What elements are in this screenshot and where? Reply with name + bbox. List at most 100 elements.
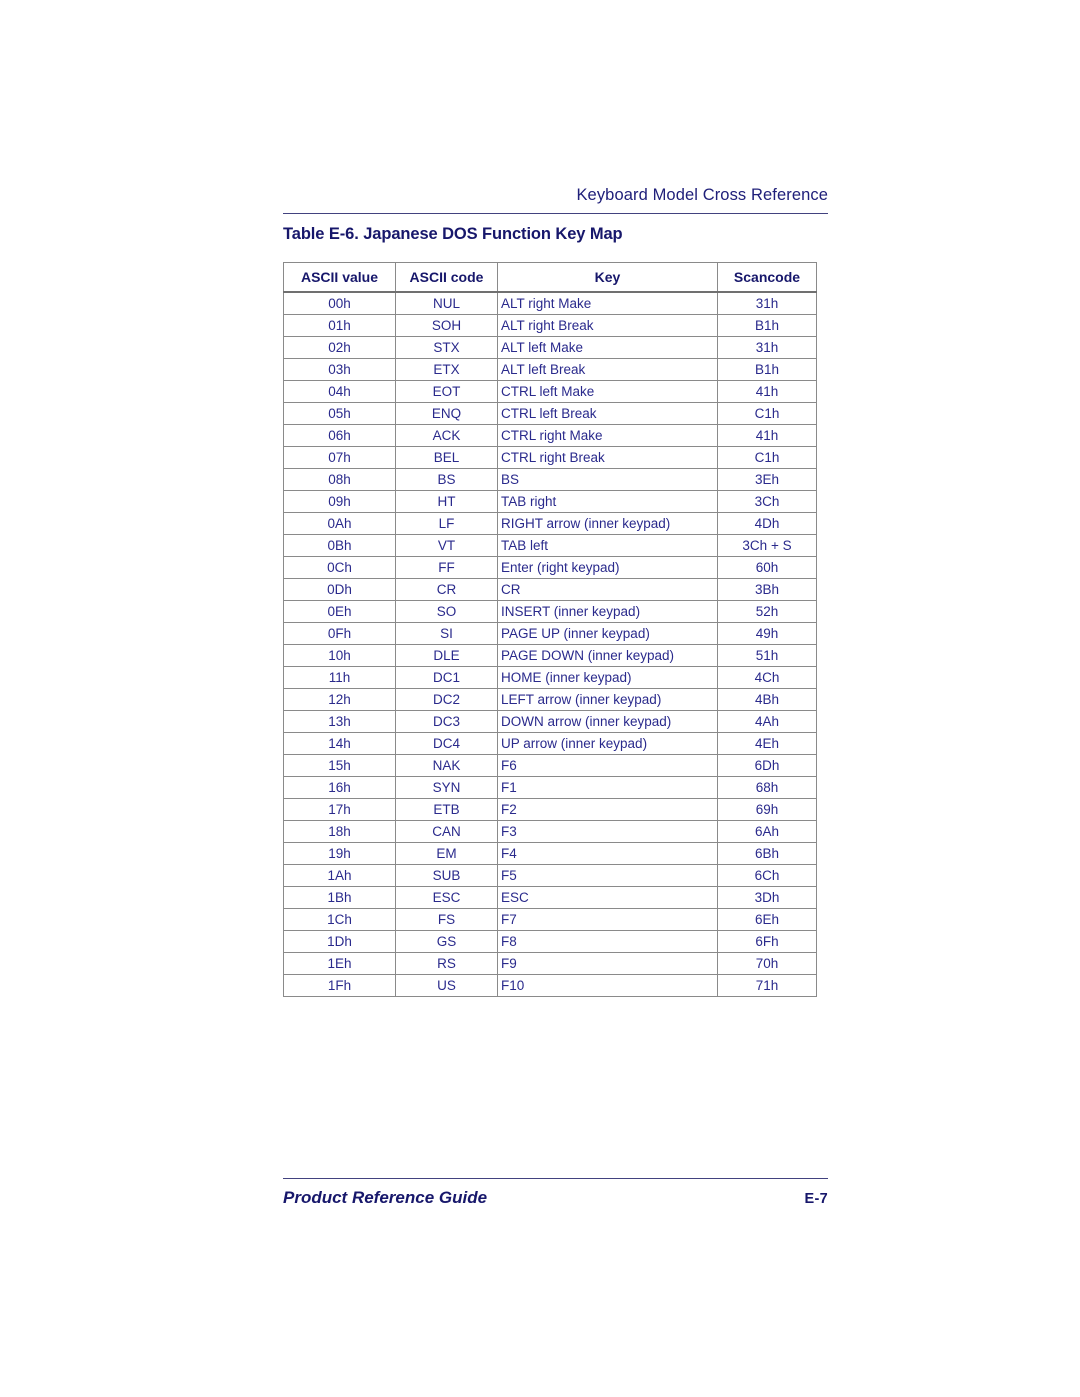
cell-ascii-value: 07h [283, 446, 396, 469]
cell-key: PAGE UP (inner keypad) [497, 622, 718, 645]
table-row: 05h ENQ CTRL left Break C1h [283, 402, 817, 425]
cell-scancode: 6Bh [717, 842, 817, 865]
cell-ascii-code: ENQ [395, 402, 498, 425]
cell-key: INSERT (inner keypad) [497, 600, 718, 623]
table-row: 10h DLE PAGE DOWN (inner keypad) 51h [283, 644, 817, 667]
japanese-dos-function-key-map-table: ASCII value ASCII code Key Scancode 00h N… [283, 262, 817, 997]
cell-ascii-code: VT [395, 534, 498, 557]
cell-scancode: 4Dh [717, 512, 817, 535]
header-rule [283, 213, 828, 214]
table-row: 0Eh SO INSERT (inner keypad) 52h [283, 600, 817, 623]
cell-ascii-value: 05h [283, 402, 396, 425]
cell-key: F3 [497, 820, 718, 843]
cell-ascii-code: FF [395, 556, 498, 579]
cell-key: UP arrow (inner keypad) [497, 732, 718, 755]
cell-scancode: 51h [717, 644, 817, 667]
cell-ascii-value: 0Eh [283, 600, 396, 623]
table-row: 19h EM F4 6Bh [283, 842, 817, 865]
cell-key: PAGE DOWN (inner keypad) [497, 644, 718, 667]
table-row: 0Dh CR CR 3Bh [283, 578, 817, 601]
cell-key: RIGHT arrow (inner keypad) [497, 512, 718, 535]
cell-ascii-code: FS [395, 908, 498, 931]
cell-scancode: B1h [717, 314, 817, 337]
cell-ascii-code: RS [395, 952, 498, 975]
cell-ascii-value: 01h [283, 314, 396, 337]
cell-scancode: 6Dh [717, 754, 817, 777]
cell-ascii-value: 1Fh [283, 974, 396, 997]
cell-ascii-code: GS [395, 930, 498, 953]
cell-ascii-code: STX [395, 336, 498, 359]
cell-ascii-value: 04h [283, 380, 396, 403]
table-row: 0Ch FF Enter (right keypad) 60h [283, 556, 817, 579]
cell-ascii-value: 13h [283, 710, 396, 733]
table-header: ASCII value ASCII code Key Scancode [283, 262, 817, 293]
cell-ascii-value: 0Ah [283, 512, 396, 535]
cell-key: ALT right Break [497, 314, 718, 337]
cell-key: F4 [497, 842, 718, 865]
cell-scancode: 68h [717, 776, 817, 799]
cell-scancode: 6Fh [717, 930, 817, 953]
table-row: 18h CAN F3 6Ah [283, 820, 817, 843]
cell-ascii-code: BEL [395, 446, 498, 469]
running-head: Keyboard Model Cross Reference [576, 186, 828, 204]
table-row: 04h EOT CTRL left Make 41h [283, 380, 817, 403]
cell-key: F1 [497, 776, 718, 799]
table-row: 0Ah LF RIGHT arrow (inner keypad) 4Dh [283, 512, 817, 535]
cell-ascii-value: 17h [283, 798, 396, 821]
cell-ascii-value: 1Bh [283, 886, 396, 909]
cell-key: ALT right Make [497, 291, 718, 315]
cell-ascii-value: 06h [283, 424, 396, 447]
column-header-key: Key [497, 262, 718, 293]
cell-key: ESC [497, 886, 718, 909]
table-row: 17h ETB F2 69h [283, 798, 817, 821]
cell-scancode: 3Ch [717, 490, 817, 513]
cell-ascii-value: 0Bh [283, 534, 396, 557]
cell-scancode: 69h [717, 798, 817, 821]
cell-ascii-value: 08h [283, 468, 396, 491]
cell-ascii-code: DC4 [395, 732, 498, 755]
cell-key: DOWN arrow (inner keypad) [497, 710, 718, 733]
document-page: Keyboard Model Cross Reference Table E-6… [0, 0, 1080, 1397]
cell-scancode: 6Eh [717, 908, 817, 931]
footer-rule [283, 1178, 828, 1179]
cell-scancode: 3Eh [717, 468, 817, 491]
cell-scancode: 4Ch [717, 666, 817, 689]
table-row: 13h DC3 DOWN arrow (inner keypad) 4Ah [283, 710, 817, 733]
cell-key: F6 [497, 754, 718, 777]
cell-ascii-value: 0Fh [283, 622, 396, 645]
cell-scancode: 52h [717, 600, 817, 623]
cell-ascii-code: SO [395, 600, 498, 623]
cell-ascii-code: LF [395, 512, 498, 535]
cell-scancode: 41h [717, 380, 817, 403]
cell-key: Enter (right keypad) [497, 556, 718, 579]
table-row: 00h NUL ALT right Make 31h [283, 291, 817, 315]
cell-ascii-value: 18h [283, 820, 396, 843]
cell-key: ALT left Make [497, 336, 718, 359]
cell-ascii-value: 15h [283, 754, 396, 777]
table-row: 1Bh ESC ESC 3Dh [283, 886, 817, 909]
cell-key: F10 [497, 974, 718, 997]
cell-key: CTRL right Break [497, 446, 718, 469]
cell-ascii-code: ESC [395, 886, 498, 909]
table-row: 06h ACK CTRL right Make 41h [283, 424, 817, 447]
table-header-row: ASCII value ASCII code Key Scancode [283, 262, 817, 293]
cell-scancode: 60h [717, 556, 817, 579]
cell-scancode: 70h [717, 952, 817, 975]
cell-ascii-code: US [395, 974, 498, 997]
cell-ascii-code: SI [395, 622, 498, 645]
cell-key: ALT left Break [497, 358, 718, 381]
table-row: 1Dh GS F8 6Fh [283, 930, 817, 953]
cell-ascii-value: 02h [283, 336, 396, 359]
cell-ascii-value: 1Eh [283, 952, 396, 975]
cell-scancode: C1h [717, 446, 817, 469]
cell-key: F2 [497, 798, 718, 821]
cell-scancode: 41h [717, 424, 817, 447]
cell-scancode: 6Ch [717, 864, 817, 887]
cell-ascii-code: ETB [395, 798, 498, 821]
cell-scancode: C1h [717, 402, 817, 425]
table-row: 01h SOH ALT right Break B1h [283, 314, 817, 337]
cell-ascii-code: ETX [395, 358, 498, 381]
column-header-scancode: Scancode [717, 262, 817, 293]
cell-ascii-code: BS [395, 468, 498, 491]
cell-ascii-value: 00h [283, 291, 396, 315]
